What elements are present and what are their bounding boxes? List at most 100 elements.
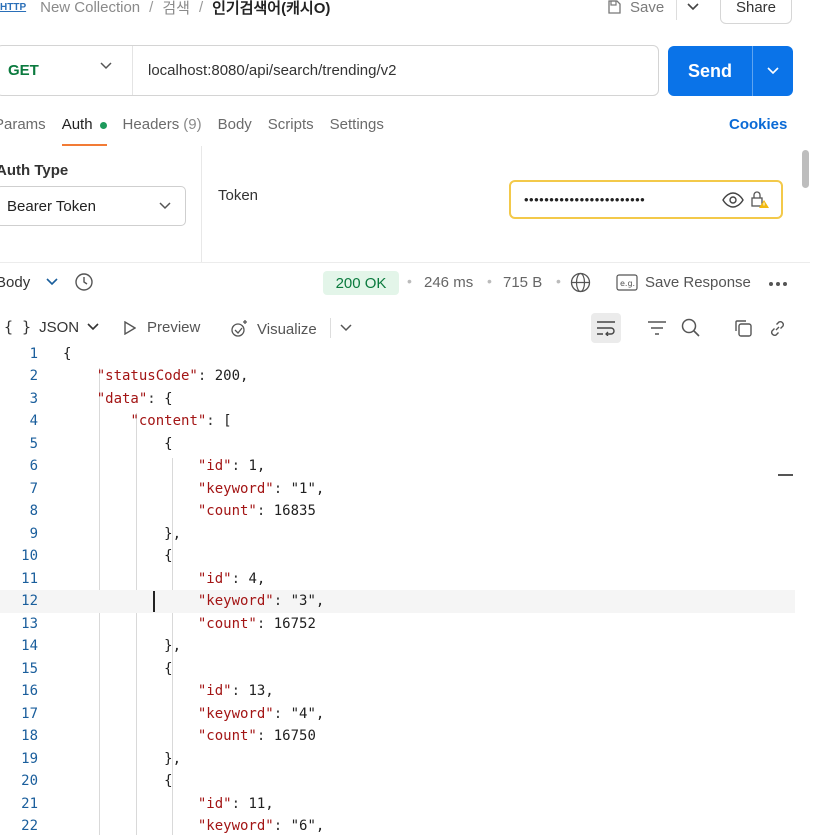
auth-type-select[interactable]: Bearer Token	[0, 186, 186, 226]
tab-label: Settings	[329, 116, 384, 133]
save-dropdown[interactable]	[676, 0, 699, 20]
more-icon[interactable]	[768, 281, 788, 287]
auth-divider	[201, 146, 202, 262]
line-number: 15	[21, 660, 38, 677]
code-text: {	[63, 548, 173, 564]
chevron-down-icon	[46, 278, 58, 286]
visualize-button[interactable]: Visualize	[230, 319, 317, 339]
chevron-down-icon	[87, 323, 99, 331]
code-text: "id": 13,	[197, 683, 274, 699]
eye-icon[interactable]	[722, 191, 744, 208]
line-number: 10	[21, 548, 38, 564]
preview-button[interactable]: Preview	[124, 319, 200, 336]
tab-label: Body	[217, 116, 252, 133]
code-line: 21 "id": 11,	[0, 793, 795, 816]
visualize-icon	[231, 320, 247, 337]
play-icon	[124, 320, 136, 335]
auth-type-value: Bearer Token	[7, 197, 96, 215]
copy-icon[interactable]	[733, 318, 753, 338]
tab-settings[interactable]: Settings	[330, 116, 384, 146]
status-badge[interactable]: 200 OK	[323, 271, 399, 295]
code-line: 5 {	[0, 433, 795, 456]
tab-scripts[interactable]: Scripts	[268, 116, 314, 146]
tab-body[interactable]: Body	[218, 116, 252, 146]
code-line: 10 {	[0, 545, 795, 568]
code-text: "keyword": "3",	[197, 593, 325, 609]
url-input[interactable]: localhost:8080/api/search/trending/v2	[133, 62, 397, 79]
tab-headers[interactable]: Headers (9)	[123, 116, 202, 146]
line-number: 16	[21, 683, 38, 699]
search-icon[interactable]	[681, 318, 701, 338]
breadcrumb-folder[interactable]: 검색	[162, 0, 190, 18]
line-number: 3	[29, 390, 38, 407]
lock-warning-icon	[751, 190, 769, 208]
format-select[interactable]: { } JSON	[4, 318, 99, 336]
visualize-label: Visualize	[257, 320, 317, 338]
code-line: 18 "count": 16750	[0, 725, 795, 748]
code-text: "count": 16835	[197, 503, 316, 519]
chevron-down-icon	[767, 67, 779, 75]
link-icon[interactable]	[767, 318, 788, 339]
line-number: 21	[21, 795, 38, 812]
code-line: 20 {	[0, 770, 795, 793]
vertical-scrollbar[interactable]	[802, 150, 809, 188]
tab-params[interactable]: Params	[0, 116, 46, 146]
code-text: "count": 16750	[197, 728, 316, 744]
save-response-button[interactable]: Save Response	[645, 274, 751, 291]
response-body-editor[interactable]: 1{2 "statusCode": 200, 3 "data": {4 "cont…	[0, 345, 795, 835]
chevron-down-icon[interactable]	[340, 324, 352, 332]
tab-auth[interactable]: Auth	[61, 116, 107, 146]
chevron-down-icon	[100, 62, 112, 70]
code-text: "keyword": "4",	[197, 705, 325, 722]
text-cursor	[153, 591, 155, 612]
code-text: "keyword": "1",	[197, 480, 325, 497]
response-body-label: Body	[0, 273, 31, 291]
line-number: 19	[21, 750, 38, 767]
history-icon[interactable]	[74, 272, 94, 292]
tab-label: Auth	[61, 116, 93, 133]
code-line: 14 },	[0, 635, 795, 658]
globe-icon[interactable]	[570, 272, 591, 293]
send-dropdown[interactable]	[752, 46, 793, 96]
filter-icon[interactable]	[647, 320, 667, 336]
meta-separator: •	[407, 273, 412, 289]
save-button[interactable]: Save	[606, 0, 699, 20]
line-number: 6	[29, 458, 38, 474]
code-text: {	[63, 660, 173, 677]
tab-label: Params	[0, 116, 46, 133]
save-label: Save	[630, 0, 665, 16]
method-value: GET	[8, 62, 39, 79]
code-line: 7 "keyword": "1",	[0, 478, 795, 501]
code-line: 9 },	[0, 523, 795, 546]
breadcrumb-request[interactable]: 인기검색어(캐시O)	[212, 0, 330, 18]
cookies-link[interactable]: Cookies	[729, 116, 787, 133]
code-line: 8 "count": 16835	[0, 500, 795, 523]
save-icon	[608, 0, 621, 14]
chevron-down-icon	[687, 3, 699, 11]
code-line: 13 "count": 16752	[0, 613, 795, 636]
response-time[interactable]: 246 ms	[424, 274, 473, 291]
wrap-icon	[597, 321, 615, 336]
response-body-select[interactable]: Body	[0, 272, 94, 292]
response-size[interactable]: 715 B	[503, 274, 542, 291]
code-line: 2 "statusCode": 200,	[0, 365, 795, 388]
method-select[interactable]: GET	[0, 46, 133, 95]
share-button[interactable]: Share	[720, 0, 792, 24]
breadcrumb: HTTP New Collection / 검색 / 인기검색어(캐시O)	[0, 0, 330, 20]
line-number: 17	[21, 705, 38, 722]
line-number: 20	[21, 773, 38, 789]
code-line: 22 "keyword": "6",	[0, 815, 795, 835]
line-number: 13	[21, 615, 38, 632]
send-button[interactable]: Send	[668, 46, 793, 96]
breadcrumb-collection[interactable]: New Collection	[40, 0, 140, 16]
http-badge-icon: HTTP	[0, 1, 27, 13]
auth-type-label: Auth Type	[0, 162, 69, 179]
json-braces-icon: { }	[4, 318, 32, 336]
token-input[interactable]: ••••••••••••••••••••••••	[509, 180, 783, 219]
code-text: },	[63, 750, 182, 767]
code-line: 12 "keyword": "3",	[0, 590, 795, 613]
code-text: "id": 11,	[197, 795, 274, 812]
wrap-toggle-button[interactable]	[591, 313, 621, 343]
code-line: 16 "id": 13,	[0, 680, 795, 703]
code-text: "data": {	[96, 390, 173, 407]
